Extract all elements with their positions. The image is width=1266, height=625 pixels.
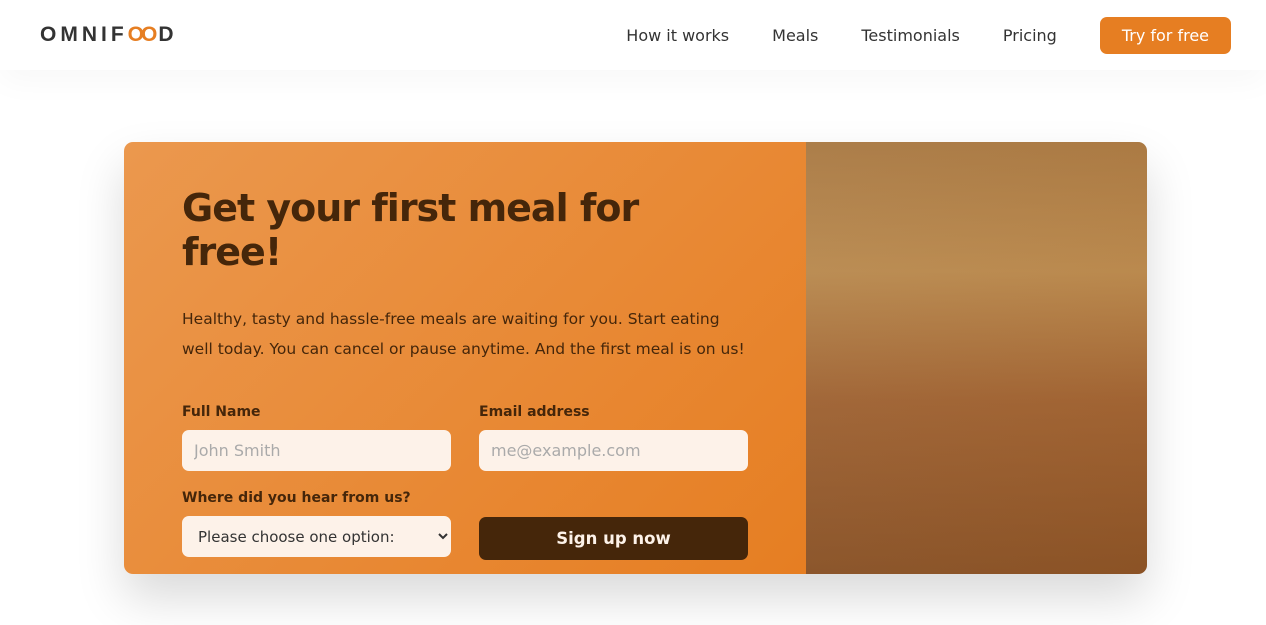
cta-description: Healthy, tasty and hassle-free meals are…	[182, 310, 745, 358]
full-name-input[interactable]	[182, 430, 451, 471]
email-input[interactable]	[479, 430, 748, 471]
signup-form: Full Name Email address Where did you he…	[182, 404, 748, 560]
try-for-free-button[interactable]: Try for free	[1099, 16, 1231, 54]
nav-meals[interactable]: Meals	[772, 26, 818, 45]
nav-pricing[interactable]: Pricing	[1003, 26, 1057, 45]
cta-image-woman-eating	[806, 142, 1147, 574]
main-nav: How it works Meals Testimonials Pricing …	[583, 16, 1231, 54]
cta-title: Get your first meal for free!	[182, 186, 639, 274]
logo[interactable]: OMNIF OO D	[40, 23, 178, 47]
infinity-logo-icon: OO	[127, 23, 158, 46]
header: OMNIF OO D How it works Meals Testimonials…	[0, 0, 1266, 70]
sign-up-button[interactable]: Sign up now	[479, 517, 748, 560]
source-label: Where did you hear from us?	[182, 490, 411, 506]
email-label: Email address	[479, 404, 590, 420]
cta-text-box: Get your first meal for free! Healthy, t…	[124, 142, 806, 574]
cta-card: Get your first meal for free! Healthy, t…	[124, 142, 1147, 574]
nav-testimonials[interactable]: Testimonials	[861, 26, 960, 45]
source-select[interactable]: Please choose one option:	[182, 516, 451, 557]
full-name-label: Full Name	[182, 404, 261, 420]
nav-how-it-works[interactable]: How it works	[626, 26, 729, 45]
